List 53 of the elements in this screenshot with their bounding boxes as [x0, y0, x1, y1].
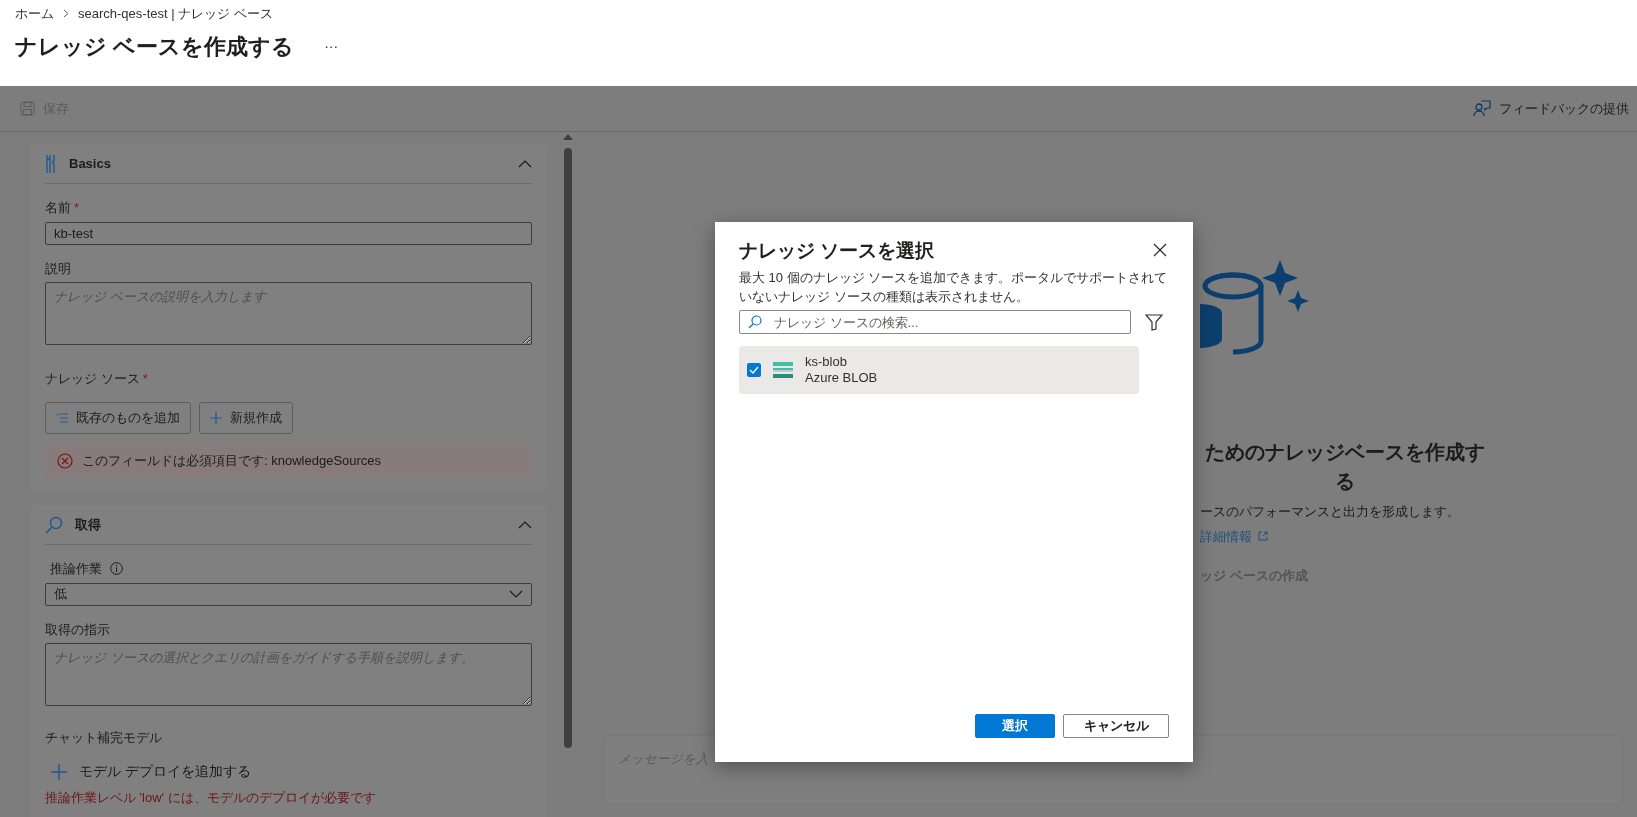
plus-icon	[210, 412, 222, 424]
tools-icon	[45, 153, 57, 174]
feedback-icon	[1473, 100, 1491, 117]
field-label: 推論作業	[50, 560, 102, 578]
feedback-button[interactable]: フィードバックの提供	[1473, 98, 1629, 119]
add-existing-button[interactable]: 既存のものを追加	[45, 402, 191, 434]
source-type: Azure BLOB	[805, 370, 878, 387]
chevron-down-icon	[509, 590, 523, 598]
name-input[interactable]: kb-test	[45, 221, 532, 245]
dialog-description: 最大 10 個のナレッジ ソースを追加できます。ポータルでサポートされていないナレッジ ソースの種類は表示されません。	[739, 268, 1169, 306]
section-title: 取得	[75, 515, 101, 534]
chevron-up-icon[interactable]	[518, 159, 532, 168]
save-icon	[20, 101, 35, 116]
search-field[interactable]: ナレッジ ソースの検索...	[739, 310, 1131, 335]
more-button[interactable]: ···	[320, 36, 343, 58]
field-label: 名前	[45, 199, 71, 217]
scrollbar-thumb[interactable]	[564, 148, 572, 748]
filter-icon[interactable]	[1145, 314, 1163, 331]
info-icon	[110, 562, 123, 576]
source-name: ks-blob	[805, 354, 848, 371]
error-icon	[57, 452, 73, 469]
checkbox[interactable]	[747, 363, 761, 378]
field-label: ナレッジ ソース	[45, 369, 140, 388]
storage-icon	[773, 362, 793, 379]
close-icon	[1153, 243, 1167, 258]
search-icon	[45, 515, 63, 534]
field-label: 取得の指示	[45, 620, 110, 639]
dialog-title: ナレッジ ソースを選択	[739, 240, 935, 263]
chevron-up-icon[interactable]	[518, 520, 532, 529]
create-button[interactable]: 新規作成	[199, 402, 293, 434]
plus-icon	[51, 763, 67, 780]
external-link-icon	[1258, 531, 1268, 542]
select-button[interactable]: 選択	[975, 714, 1055, 738]
empty-state-description: ースのパフォーマンスと出力を形成します。	[1200, 503, 1461, 521]
chevron-right-icon	[63, 9, 69, 19]
source-item[interactable]: ks-blob Azure BLOB	[739, 346, 1139, 395]
section-title: Basics	[69, 154, 111, 173]
breadcrumb-link[interactable]: search-qes-test | ナレッジ ベース	[78, 4, 273, 24]
cancel-button[interactable]: キャンセル	[1063, 714, 1169, 738]
scroll-up-icon[interactable]	[563, 134, 573, 140]
required-marker: *	[74, 199, 80, 217]
breadcrumb-link[interactable]: ホーム	[15, 4, 54, 24]
field-label: 説明	[45, 259, 71, 278]
effort-dropdown[interactable]: 低	[45, 582, 532, 606]
required-marker: *	[142, 369, 148, 388]
warning-message: 推論作業レベル 'low' には、モデルのデプロイが必要です	[45, 789, 377, 807]
field-label: チャット補完モデル	[45, 728, 162, 747]
list-icon	[56, 413, 68, 423]
page-title: ナレッジ ベースを作成する	[15, 33, 295, 60]
error-message: このフィールドは必須項目です: knowledgeSources	[45, 444, 532, 477]
search-icon	[748, 315, 762, 330]
add-deployment-button[interactable]: モデル デプロイを追加する	[51, 761, 251, 782]
empty-state-heading: ためのナレッジベースを作成する	[1204, 440, 1486, 494]
